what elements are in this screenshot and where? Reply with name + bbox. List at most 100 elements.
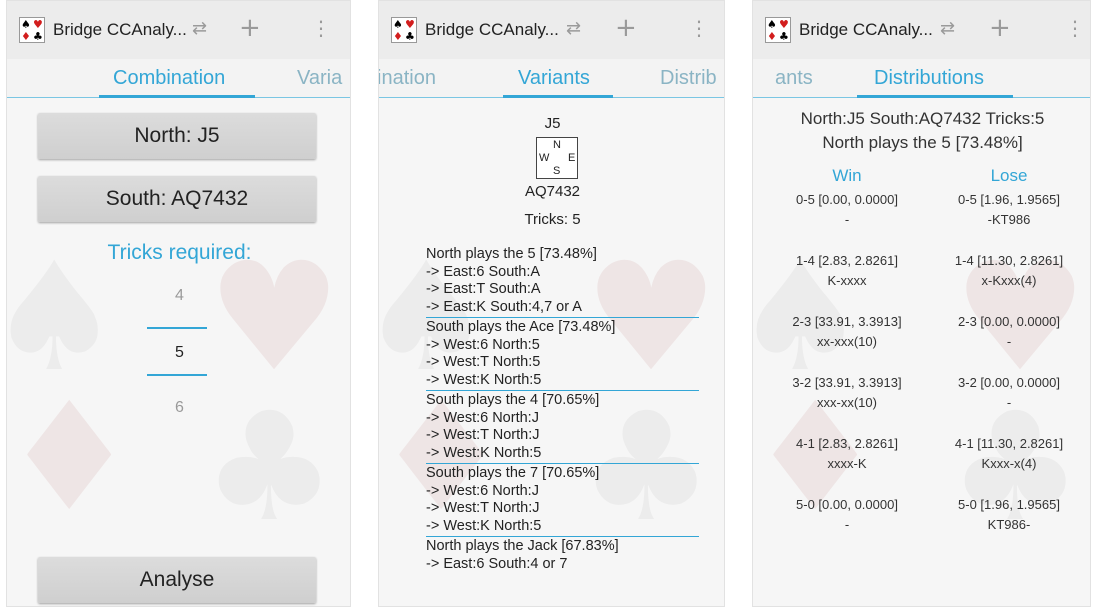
- variant-group[interactable]: South plays the 4 [70.65%] -> West:6 Nor…: [426, 392, 699, 464]
- variant-line: -> West:K North:5: [426, 371, 542, 388]
- variant-line: -> West:T North:J: [426, 500, 540, 516]
- variant-line: -> West:K North:5: [426, 444, 542, 461]
- picker-divider-top: [147, 327, 207, 329]
- plus-icon[interactable]: +: [989, 13, 1011, 43]
- win-split: 4-1 [2.83, 2.8261]: [796, 436, 898, 451]
- active-tab-indicator: [857, 95, 1013, 98]
- lose-cell: 5-0 [1.96, 1.9565] KT986-: [934, 495, 1084, 535]
- swap-arrows-icon[interactable]: ⇄: [566, 18, 581, 39]
- variant-line: -> East:6 South:A: [426, 263, 541, 280]
- win-cards: -: [844, 212, 850, 227]
- win-cards: xx-xxx(10): [817, 334, 877, 349]
- variant-line: -> West:6 North:J: [426, 409, 539, 426]
- distributions-screen: ♠ ♥ ♦ ♣ ♠♥♦♣ Bridge CCAnaly... ⇄ + ⋮ ant…: [752, 0, 1091, 607]
- picker-value-below[interactable]: 6: [7, 399, 350, 417]
- win-split: 0-5 [0.00, 0.0000]: [796, 192, 898, 207]
- distribution-summary: North:J5 South:AQ7432 Tricks:5: [800, 109, 1045, 128]
- variant-group[interactable]: North plays the Jack [67.83%] -> East:6 …: [426, 538, 699, 574]
- active-tab-indicator: [503, 95, 613, 98]
- lose-cards: x-Kxxx(4): [981, 273, 1037, 288]
- win-split: 1-4 [2.83, 2.8261]: [796, 253, 898, 268]
- variant-group[interactable]: South plays the Ace [73.48%] -> West:6 N…: [426, 319, 699, 391]
- compass-west: W: [539, 152, 550, 164]
- win-cards: xxx-xx(10): [817, 395, 877, 410]
- variants-screen: ♠ ♥ ♦ ♣ ♠♥♦♣ Bridge CCAnaly... ⇄ + ⋮ ina…: [378, 0, 725, 607]
- lose-column-header: Lose: [990, 166, 1028, 185]
- win-split: 5-0 [0.00, 0.0000]: [796, 497, 898, 512]
- combination-screen: ♠ ♥ ♦ ♣ ♠♥♦♣ Bridge CCAnaly... ⇄ + ⋮ Com…: [6, 0, 351, 607]
- compass-box: N W E S: [536, 137, 578, 179]
- lose-cards: Kxxx-x(4): [981, 456, 1037, 471]
- picker-value-above[interactable]: 4: [7, 287, 350, 305]
- overflow-menu-icon[interactable]: ⋮: [311, 16, 331, 40]
- north-cards: J5: [544, 115, 561, 132]
- lose-cell: 4-1 [11.30, 2.8261] Kxxx-x(4): [934, 434, 1084, 474]
- lose-cell: 3-2 [0.00, 0.0000] -: [934, 373, 1084, 413]
- tab-distributions[interactable]: Distrib: [660, 67, 717, 90]
- analyse-button[interactable]: Analyse: [38, 557, 316, 603]
- lose-cards: KT986-: [987, 517, 1031, 532]
- win-column-header: Win: [832, 166, 862, 185]
- lose-cards: -: [1006, 395, 1012, 410]
- app-title: Bridge CCAnaly...: [799, 20, 933, 39]
- overflow-menu-icon[interactable]: ⋮: [1065, 16, 1085, 40]
- lose-split: 4-1 [11.30, 2.8261]: [954, 436, 1064, 451]
- bridge-suits-app-icon: ♠ ♥ ♦ ♣: [391, 17, 417, 43]
- win-split: 2-3 [33.91, 3.3913]: [792, 314, 902, 329]
- win-split: 3-2 [33.91, 3.3913]: [792, 375, 902, 390]
- north-hand-button[interactable]: North: J5: [38, 113, 316, 159]
- plus-icon[interactable]: +: [615, 13, 637, 43]
- variant-title: North plays the 5 [73.48%]: [426, 246, 597, 262]
- win-cell: 5-0 [0.00, 0.0000] -: [772, 495, 922, 535]
- swap-arrows-icon[interactable]: ⇄: [192, 18, 207, 39]
- lose-split: 3-2 [0.00, 0.0000]: [958, 375, 1060, 390]
- tab-strip: ination Variants Distrib: [379, 59, 724, 98]
- action-bar: ♠ ♥ ♦ ♣ Bridge CCAnaly... ⇄ + ⋮: [753, 1, 1090, 59]
- tab-strip: ants Distributions: [753, 59, 1090, 98]
- south-cards: AQ7432: [524, 183, 581, 200]
- bridge-suits-app-icon: ♠ ♥ ♦ ♣: [765, 17, 791, 43]
- lose-cards: -: [1006, 334, 1012, 349]
- variant-title: South plays the Ace [73.48%]: [426, 319, 616, 335]
- tab-variants[interactable]: Variants: [518, 67, 590, 90]
- tricks-label: Tricks: 5: [524, 211, 581, 228]
- lose-cell: 2-3 [0.00, 0.0000] -: [934, 312, 1084, 352]
- south-hand-button[interactable]: South: AQ7432: [38, 176, 316, 222]
- win-cards: xxxx-K: [827, 456, 867, 471]
- variant-line: -> West:K North:5: [426, 517, 542, 534]
- win-cards: -: [844, 517, 850, 532]
- compass-east: E: [568, 152, 576, 164]
- tab-variants[interactable]: Varia: [297, 67, 342, 90]
- plus-icon[interactable]: +: [239, 13, 261, 43]
- win-cell: 0-5 [0.00, 0.0000] -: [772, 190, 922, 230]
- compass-north: N: [553, 139, 561, 151]
- variant-title: South plays the 4 [70.65%]: [426, 392, 600, 408]
- compass-south: S: [553, 165, 561, 177]
- tab-combination[interactable]: ination: [379, 67, 436, 90]
- tab-combination[interactable]: Combination: [113, 67, 225, 90]
- tab-variants[interactable]: ants: [775, 67, 813, 90]
- lose-cell: 0-5 [1.96, 1.9565] -KT986: [934, 190, 1084, 230]
- action-bar: ♠ ♥ ♦ ♣ Bridge CCAnaly... ⇄ + ⋮: [379, 1, 724, 59]
- variant-group[interactable]: South plays the 7 [70.65%] -> West:6 Nor…: [426, 465, 699, 537]
- lose-split: 0-5 [1.96, 1.9565]: [958, 192, 1060, 207]
- variant-line: -> East:T South:A: [426, 281, 541, 297]
- overflow-menu-icon[interactable]: ⋮: [689, 16, 709, 40]
- variant-line: -> West:T North:5: [426, 354, 541, 370]
- lose-cards: -KT986: [987, 212, 1031, 227]
- active-tab-indicator: [99, 95, 255, 98]
- win-cell: 1-4 [2.83, 2.8261] K-xxxx: [772, 251, 922, 291]
- variant-title: North plays the Jack [67.83%]: [426, 538, 619, 554]
- win-cards: K-xxxx: [827, 273, 867, 288]
- app-title: Bridge CCAnaly...: [53, 20, 187, 39]
- variant-group[interactable]: North plays the 5 [73.48%] -> East:6 Sou…: [426, 246, 699, 318]
- win-cell: 4-1 [2.83, 2.8261] xxxx-K: [772, 434, 922, 474]
- variant-title: South plays the 7 [70.65%]: [426, 465, 600, 481]
- swap-arrows-icon[interactable]: ⇄: [940, 18, 955, 39]
- variant-line: -> East:K South:4,7 or A: [426, 298, 582, 315]
- action-bar: ♠ ♥ ♦ ♣ Bridge CCAnaly... ⇄ + ⋮: [7, 1, 350, 59]
- variants-list: North plays the 5 [73.48%] -> East:6 Sou…: [426, 246, 699, 575]
- tab-distributions[interactable]: Distributions: [874, 67, 984, 90]
- picker-value-selected[interactable]: 5: [7, 344, 350, 362]
- variant-line: -> East:6 South:4 or 7: [426, 555, 568, 572]
